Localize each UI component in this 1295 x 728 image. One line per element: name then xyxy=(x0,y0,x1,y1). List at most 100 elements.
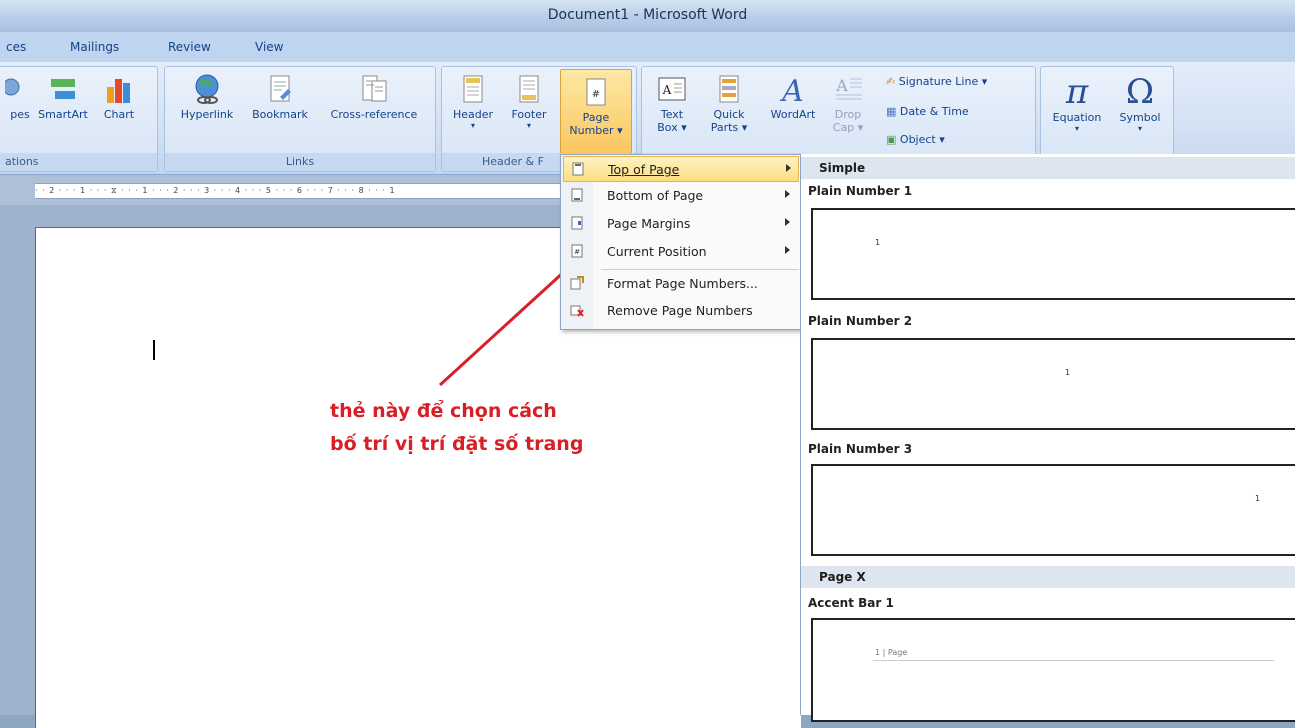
footer-icon xyxy=(519,75,539,103)
gallery-item-plain-number-1[interactable]: 1 xyxy=(811,208,1295,300)
quick-parts-icon xyxy=(719,75,739,103)
bottom-of-page-icon xyxy=(571,188,583,202)
gallery-section-simple: Simple xyxy=(801,157,1295,179)
menu-item-bottom-of-page[interactable]: Bottom of Page xyxy=(563,183,799,209)
shapes-icon xyxy=(5,78,20,96)
object-button[interactable]: ▣ Object ▾ xyxy=(886,133,945,146)
submenu-arrow-icon xyxy=(785,246,790,254)
hyperlink-button[interactable]: Hyperlink xyxy=(171,73,243,121)
quick-parts-label-line2: Parts ▾ xyxy=(710,121,748,134)
menu-item-label: Current Position xyxy=(607,244,707,259)
symbol-dropdown-arrow: ▾ xyxy=(1137,124,1142,133)
gallery-section-page-x: Page X xyxy=(801,566,1295,588)
page-number-button[interactable]: # Page Number ▾ xyxy=(560,69,632,155)
group-label-illustrations: ations xyxy=(0,153,157,171)
svg-text:#: # xyxy=(574,248,580,256)
chart-icon xyxy=(107,79,130,103)
cross-reference-button[interactable]: Cross-reference xyxy=(319,73,429,121)
gallery-label-plain-number-1: Plain Number 1 xyxy=(808,184,913,198)
wordart-label: WordArt xyxy=(770,108,816,121)
menu-item-label: Remove Page Numbers xyxy=(607,303,753,318)
svg-text:A: A xyxy=(662,83,672,97)
page-margins-icon xyxy=(571,216,583,230)
gallery-item-plain-number-3[interactable]: 1 xyxy=(811,464,1295,556)
shapes-button[interactable]: pes xyxy=(5,73,35,121)
page-number-menu: Top of Page Bottom of Page Page Margins … xyxy=(560,154,804,330)
menu-item-format-page-numbers[interactable]: Format Page Numbers... xyxy=(563,271,799,297)
top-of-page-gallery: Simple Plain Number 1 1 Plain Number 2 1… xyxy=(800,154,1295,722)
smartart-button[interactable]: SmartArt xyxy=(35,73,91,121)
shapes-label: pes xyxy=(10,108,30,121)
svg-text:A: A xyxy=(779,74,804,105)
drop-cap-button[interactable]: A Drop Cap ▾ xyxy=(828,73,868,134)
page-number-label-line1: Page xyxy=(582,111,610,124)
tab-mailings[interactable]: Mailings xyxy=(70,40,119,54)
omega-icon: Ω xyxy=(1125,72,1155,112)
tab-review[interactable]: Review xyxy=(168,40,211,54)
chart-button[interactable]: Chart xyxy=(99,73,139,121)
symbol-label: Symbol xyxy=(1119,111,1161,124)
footer-label: Footer xyxy=(511,108,547,121)
svg-text:#: # xyxy=(592,89,600,100)
page-number-icon: # xyxy=(586,78,606,106)
group-links: Hyperlink Bookmark Cross-reference Links xyxy=(164,66,436,172)
gallery-label-accent-bar-1: Accent Bar 1 xyxy=(808,596,894,610)
top-of-page-icon xyxy=(572,162,584,176)
text-box-icon: A xyxy=(658,77,686,101)
submenu-arrow-icon xyxy=(786,164,791,172)
symbol-button[interactable]: Ω Symbol ▾ xyxy=(1113,73,1167,133)
signature-line-label: Signature Line ▾ xyxy=(898,75,988,88)
equation-button[interactable]: π Equation ▾ xyxy=(1047,73,1107,133)
tab-insert[interactable]: ces xyxy=(6,40,26,54)
object-icon: ▣ xyxy=(886,133,897,146)
date-time-label: Date & Time xyxy=(899,105,969,118)
menu-item-top-of-page[interactable]: Top of Page xyxy=(563,156,799,182)
menu-item-label: Format Page Numbers... xyxy=(607,276,758,291)
header-dropdown-arrow: ▾ xyxy=(470,121,475,130)
accent-bar-line xyxy=(873,660,1274,661)
drop-cap-label-line2: Cap ▾ xyxy=(832,121,864,134)
quick-parts-button[interactable]: Quick Parts ▾ xyxy=(704,73,754,134)
menu-item-remove-page-numbers[interactable]: Remove Page Numbers xyxy=(563,298,799,324)
hyperlink-label: Hyperlink xyxy=(180,108,234,121)
menu-item-page-margins[interactable]: Page Margins xyxy=(563,211,799,237)
menu-item-current-position[interactable]: # Current Position xyxy=(563,239,799,265)
text-box-button[interactable]: A Text Box ▾ xyxy=(652,73,692,134)
menu-item-label: Bottom of Page xyxy=(607,188,704,203)
menu-separator xyxy=(601,269,799,270)
bookmark-icon xyxy=(270,75,291,102)
pi-icon: π xyxy=(1065,72,1089,112)
smartart-label: SmartArt xyxy=(38,108,88,121)
header-button[interactable]: Header ▾ xyxy=(448,73,498,130)
cross-reference-label: Cross-reference xyxy=(330,108,418,121)
cross-reference-icon xyxy=(362,75,387,102)
smartart-icon xyxy=(51,79,75,99)
page-number-sample: 1 xyxy=(875,238,881,247)
footer-dropdown-arrow: ▾ xyxy=(526,121,531,130)
bookmark-button[interactable]: Bookmark xyxy=(243,73,317,121)
group-illustrations: pes SmartArt Chart ations xyxy=(0,66,158,172)
signature-line-icon: ✍ xyxy=(886,75,896,88)
equation-dropdown-arrow: ▾ xyxy=(1074,124,1079,133)
gallery-label-plain-number-3: Plain Number 3 xyxy=(808,442,913,456)
date-time-icon: ▦ xyxy=(886,105,897,118)
tab-view[interactable]: View xyxy=(255,40,283,54)
gallery-item-plain-number-2[interactable]: 1 xyxy=(811,338,1295,430)
title-bar: Document1 - Microsoft Word xyxy=(0,0,1295,32)
ribbon-tabs: ces Mailings Review View xyxy=(0,32,1295,62)
wordart-button[interactable]: A WordArt xyxy=(760,73,826,121)
wordart-icon: A xyxy=(779,74,804,105)
object-label: Object ▾ xyxy=(899,133,945,146)
svg-text:A: A xyxy=(835,76,848,95)
date-time-button[interactable]: ▦ Date & Time xyxy=(886,105,969,118)
equation-label: Equation xyxy=(1052,111,1102,124)
gallery-item-accent-bar-1[interactable]: 1 | Page xyxy=(811,618,1295,722)
page-number-label-line2: Number ▾ xyxy=(569,124,623,137)
header-icon xyxy=(463,75,483,103)
menu-item-label: Page Margins xyxy=(607,216,691,231)
footer-button[interactable]: Footer ▾ xyxy=(504,73,554,130)
submenu-arrow-icon xyxy=(785,190,790,198)
annotation-text: thẻ này để chọn cách bố trí vị trí đặt s… xyxy=(330,400,584,455)
signature-line-button[interactable]: ✍ Signature Line ▾ xyxy=(886,75,987,88)
header-label: Header xyxy=(452,108,494,121)
